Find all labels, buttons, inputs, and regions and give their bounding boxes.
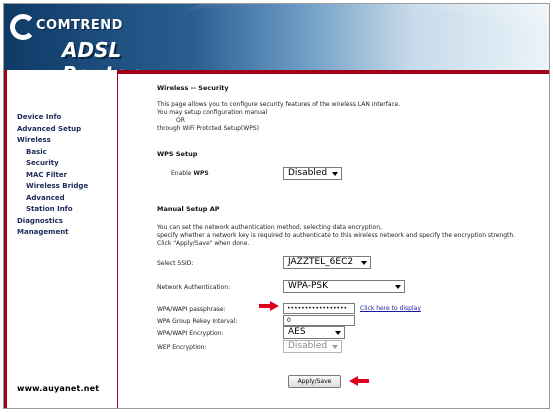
wps-select[interactable]: Disabled	[283, 167, 342, 180]
red-arrow-right-icon	[259, 301, 279, 311]
red-arrow-left-icon	[349, 376, 369, 386]
wep-label: WEP Encryption:	[157, 344, 207, 351]
comtrend-logo-icon	[10, 14, 36, 40]
auth-select[interactable]: WPA-PSK	[283, 280, 405, 293]
wps-heading: WPS Setup	[157, 150, 198, 158]
passphrase-input[interactable]: •••••••••••••••••	[283, 303, 355, 314]
ssid-label: Select SSID:	[157, 260, 194, 267]
intro-text-3: through WiFi Protcted Setup(WPS)	[157, 125, 259, 132]
rekey-label: WPA Group Rekey Interval:	[157, 318, 238, 325]
router-window: COMTREND ADSL Router Device InfoAdvanced…	[3, 3, 550, 409]
manual-text-3: Click "Apply/Save" when done.	[157, 240, 250, 247]
manual-text-2: specify whether a network key is require…	[157, 232, 516, 239]
intro-text-1: This page allows you to configure securi…	[157, 101, 401, 108]
sidebar-item-diagnostics[interactable]: Diagnostics	[17, 216, 88, 228]
chevron-down-icon	[361, 261, 367, 265]
sidebar-item-advanced[interactable]: Advanced	[17, 193, 88, 205]
header-banner: COMTREND ADSL Router	[4, 4, 549, 70]
rekey-input[interactable]: 0	[283, 315, 355, 326]
sidebar-item-device-info[interactable]: Device Info	[17, 112, 88, 124]
sidebar-item-management[interactable]: Management	[17, 227, 88, 239]
chevron-down-icon	[332, 345, 338, 349]
intro-or: OR	[176, 117, 185, 124]
product-name: ADSL Router	[62, 38, 137, 70]
auth-label: Network Authentication:	[157, 284, 231, 291]
passphrase-label: WPA/WAPI passphrase:	[157, 306, 226, 313]
chevron-down-icon	[395, 285, 401, 289]
sidebar-item-wireless[interactable]: Wireless	[17, 135, 88, 147]
sidebar: Device Info Advanced Setup Wireless Basic Se…	[7, 74, 117, 408]
sidebar-item-station-info[interactable]: Station Info	[17, 204, 88, 216]
chevron-down-icon	[335, 331, 341, 335]
header-swoosh	[154, 4, 549, 70]
display-passphrase-link[interactable]: Click here to display	[360, 305, 421, 312]
chevron-down-icon	[332, 172, 338, 176]
encryption-label: WPA/WAPI Encryption:	[157, 330, 224, 337]
sidebar-item-basic[interactable]: Basic	[17, 147, 88, 159]
brand-name: COMTREND	[36, 18, 123, 33]
sidebar-item-advanced-setup[interactable]: Advanced Setup	[17, 124, 88, 136]
site-watermark: www.auyanet.net	[17, 384, 100, 393]
sidebar-item-mac-filter[interactable]: MAC Filter	[17, 170, 88, 182]
enable-wps-label: Enable WPS	[171, 170, 209, 177]
apply-save-button[interactable]: Apply/Save	[288, 375, 341, 388]
logo: COMTREND ADSL Router	[4, 4, 164, 70]
page-title: Wireless -- Security	[157, 84, 229, 92]
manual-text-1: You can set the network authentication m…	[157, 224, 383, 231]
sidebar-item-security[interactable]: Security	[17, 158, 88, 170]
ssid-select[interactable]: JAZZTEL_6EC2	[283, 256, 371, 269]
sidebar-item-wireless-bridge[interactable]: Wireless Bridge	[17, 181, 88, 193]
encryption-select[interactable]: AES	[283, 326, 345, 339]
sidebar-nav: Device Info Advanced Setup Wireless Basic Se…	[17, 112, 88, 239]
wep-select[interactable]: Disabled	[283, 340, 342, 353]
main-content: Wireless -- Security This page allows yo…	[118, 74, 549, 408]
intro-text-2: You may setup configuration manual	[157, 109, 268, 116]
manual-setup-heading: Manual Setup AP	[157, 205, 220, 213]
